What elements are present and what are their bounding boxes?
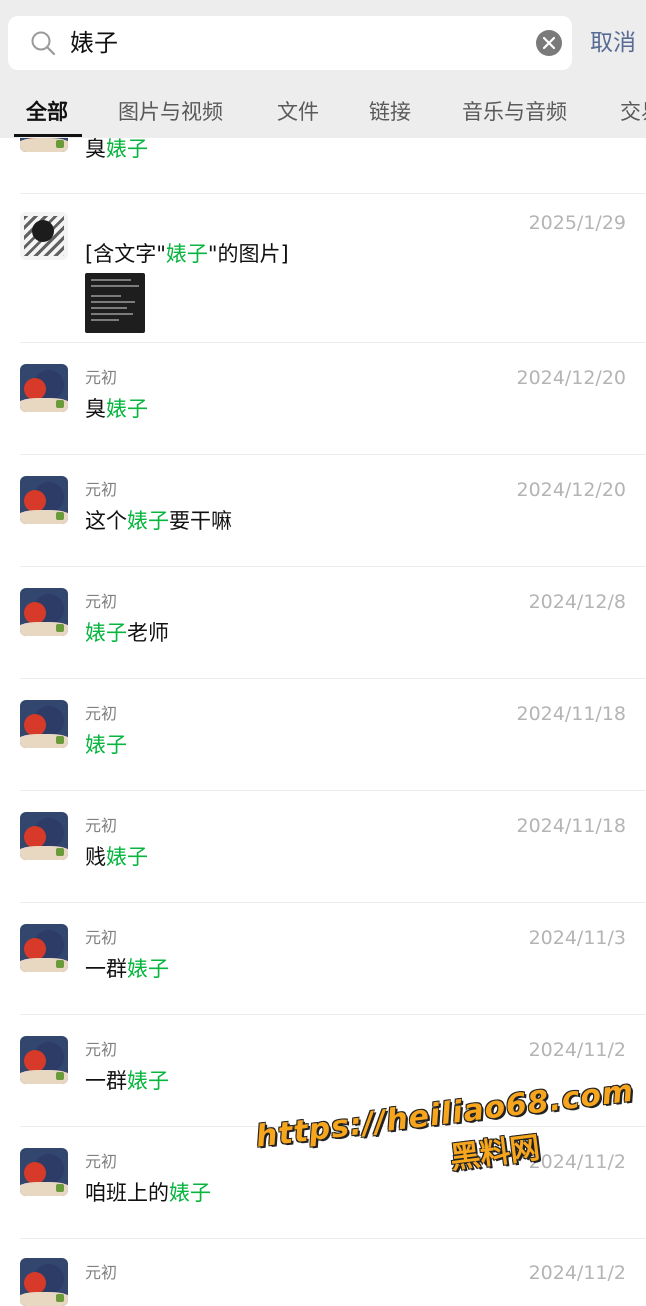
search-query-text[interactable]: 婊子	[70, 26, 118, 60]
search-icon	[31, 31, 56, 56]
message-snippet: 咱班上的婊子	[85, 1181, 211, 1205]
message-snippet: 婊子老师	[85, 621, 169, 645]
search-header: 婊子 取消 全部 图片与视频 文件 链接 音乐与音频 交易	[0, 0, 646, 138]
result-date: 2024/11/3	[528, 927, 626, 949]
clear-icon[interactable]	[536, 30, 562, 56]
search-input[interactable]: 婊子	[8, 16, 572, 70]
contact-avatar	[20, 212, 68, 260]
active-tab-indicator	[14, 134, 82, 137]
tab-transactions[interactable]: 交易	[620, 92, 646, 132]
contact-avatar	[20, 700, 68, 748]
result-date: 2025/1/29	[528, 212, 626, 234]
contact-avatar	[20, 588, 68, 636]
contact-avatar	[20, 924, 68, 972]
filter-tabs: 全部 图片与视频 文件 链接 音乐与音频 交易	[0, 92, 646, 138]
contact-avatar	[20, 476, 68, 524]
sender-name: 元初	[85, 480, 118, 499]
tab-all[interactable]: 全部	[26, 92, 68, 132]
divider	[20, 342, 646, 343]
tab-music-audio[interactable]: 音乐与音频	[462, 92, 567, 132]
message-snippet: 婊子	[85, 733, 127, 757]
result-date: 2024/11/18	[516, 703, 626, 725]
divider	[20, 1014, 646, 1015]
contact-avatar	[20, 812, 68, 860]
result-date: 2024/11/2	[528, 1262, 626, 1284]
divider	[20, 902, 646, 903]
divider	[20, 790, 646, 791]
divider	[20, 1238, 646, 1239]
message-snippet: [含文字"婊子"的图片]	[85, 242, 289, 266]
sender-name: 元初	[85, 1263, 118, 1282]
sender-name: 元初	[85, 368, 118, 387]
result-date: 2024/11/2	[528, 1039, 626, 1061]
sender-name: 元初	[85, 928, 118, 947]
message-snippet: 一群婊子	[85, 957, 169, 981]
contact-avatar	[20, 1258, 68, 1306]
message-snippet: 一群婊子	[85, 1069, 169, 1093]
image-thumbnail[interactable]	[85, 273, 145, 333]
contact-avatar	[20, 1148, 68, 1196]
sender-name: 元初	[85, 816, 118, 835]
sender-name: 元初	[85, 704, 118, 723]
contact-avatar	[20, 364, 68, 412]
result-date: 2024/12/8	[528, 591, 626, 613]
divider	[20, 454, 646, 455]
sender-name: 元初	[85, 1040, 118, 1059]
tab-files[interactable]: 文件	[277, 92, 319, 132]
tab-photos-videos[interactable]: 图片与视频	[118, 92, 223, 132]
divider	[20, 566, 646, 567]
result-date: 2024/12/20	[516, 479, 626, 501]
message-snippet: 臭婊子	[85, 397, 148, 421]
sender-name: 元初	[85, 592, 118, 611]
contact-avatar	[20, 1036, 68, 1084]
result-date: 2024/12/20	[516, 367, 626, 389]
message-snippet: 这个婊子要干嘛	[85, 509, 232, 533]
cancel-button[interactable]: 取消	[590, 27, 636, 59]
message-snippet: 贱婊子	[85, 845, 148, 869]
result-date: 2024/11/18	[516, 815, 626, 837]
divider	[20, 193, 646, 194]
message-snippet: 臭婊子	[85, 137, 148, 161]
divider	[20, 678, 646, 679]
tab-links[interactable]: 链接	[369, 92, 411, 132]
sender-name: 元初	[85, 1152, 118, 1171]
